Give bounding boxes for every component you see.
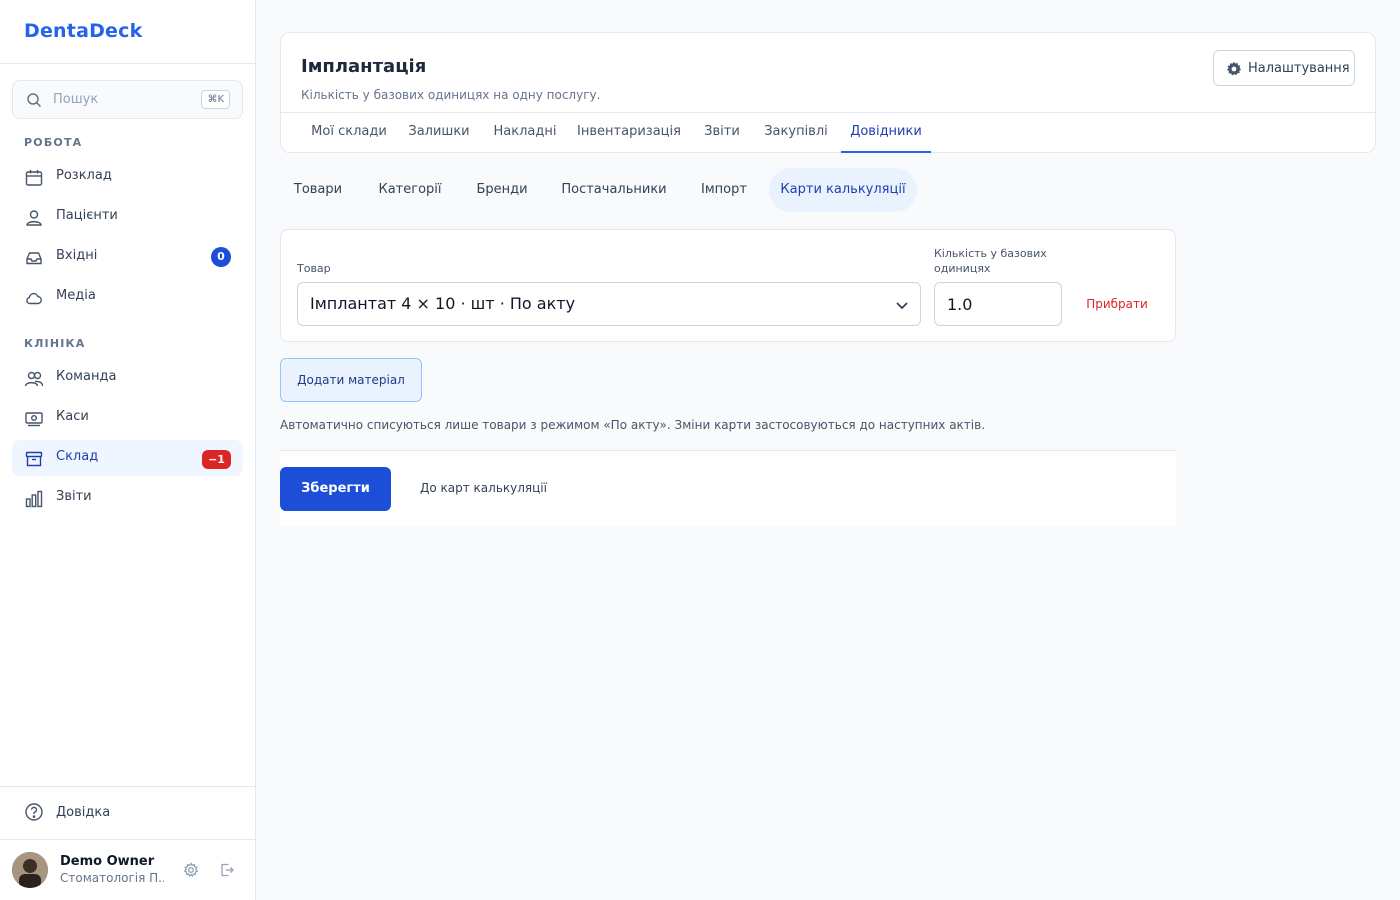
user-clinic: Стоматологія П...: [60, 871, 164, 885]
quantity-input[interactable]: [934, 282, 1062, 326]
user-name: Demo Owner: [60, 854, 155, 869]
search-shortcut: ⌘K: [201, 90, 230, 109]
page-title: Імплантація: [301, 56, 427, 77]
sidebar-item-inbox[interactable]: Вхідні 0: [12, 239, 243, 275]
search-icon: [26, 92, 42, 108]
patients-icon: [24, 208, 44, 228]
subtab-brands[interactable]: Бренди: [464, 168, 540, 212]
sidebar-item-label: Вхідні: [56, 248, 98, 263]
inbox-count-badge: 0: [211, 247, 231, 267]
quantity-label: Кількість у базових одиницях: [934, 247, 1047, 275]
avatar[interactable]: [12, 852, 48, 888]
section-title-work: РОБОТА: [24, 136, 83, 149]
cloud-icon: [24, 288, 44, 308]
add-material-button[interactable]: Додати матеріал: [280, 358, 422, 402]
subtab-products[interactable]: Товари: [280, 168, 356, 212]
sidebar-item-label: Довідка: [56, 805, 111, 820]
tab-purchases[interactable]: Закупівлі: [760, 113, 832, 153]
sidebar-item-label: Медіа: [56, 288, 96, 303]
logout-icon[interactable]: [219, 862, 235, 878]
reports-icon: [24, 489, 44, 509]
settings-button[interactable]: Налаштування: [1213, 50, 1355, 86]
form-footer: [280, 451, 1176, 527]
sidebar-item-team[interactable]: Команда: [12, 360, 243, 396]
sidebar-item-warehouse[interactable]: Склад −1: [12, 440, 243, 476]
info-note: Автоматично списуються лише товари з реж…: [280, 418, 986, 432]
tab-stock[interactable]: Залишки: [403, 113, 475, 153]
product-select[interactable]: Імплантат 4 × 10 · шт · По акту: [297, 282, 921, 326]
sidebar-item-label: Розклад: [56, 168, 112, 183]
section-title-clinic: КЛІНІКА: [24, 337, 86, 350]
settings-button-label: Налаштування: [1248, 61, 1350, 76]
tab-my-warehouses[interactable]: Мої склади: [301, 113, 397, 153]
gear-icon[interactable]: [183, 862, 199, 878]
tab-inventory[interactable]: Інвентаризація: [574, 113, 684, 153]
sidebar-item-label: Звіти: [56, 489, 92, 504]
warehouse-alert-badge: −1: [202, 450, 231, 469]
chevron-down-icon: [894, 297, 910, 313]
sidebar-item-reports[interactable]: Звіти: [12, 480, 243, 516]
remove-button[interactable]: Прибрати: [1075, 282, 1159, 326]
cash-icon: [24, 409, 44, 429]
sidebar-item-label: Склад: [56, 449, 99, 464]
page-header: Імплантація Кількість у базових одиницях…: [280, 32, 1376, 153]
search-box[interactable]: Пошук ⌘K: [12, 80, 243, 119]
sidebar-item-label: Команда: [56, 369, 117, 384]
material-row-card: Товар Імплантат 4 × 10 · шт · По акту Кі…: [280, 229, 1176, 342]
sidebar-item-media[interactable]: Медіа: [12, 279, 243, 315]
subtab-suppliers[interactable]: Постачальники: [552, 168, 676, 212]
calendar-icon: [24, 168, 44, 188]
sidebar-item-patients[interactable]: Пацієнти: [12, 199, 243, 235]
app-logo[interactable]: DentaDeck: [24, 20, 142, 42]
page-subtitle: Кількість у базових одиницях на одну пос…: [301, 88, 601, 102]
subtab-costing-cards[interactable]: Карти калькуляції: [769, 168, 917, 212]
product-select-value: Імплантат 4 × 10 · шт · По акту: [310, 294, 576, 313]
sidebar-divider: [0, 839, 255, 840]
tab-directories[interactable]: Довідники: [841, 113, 931, 153]
subtab-import[interactable]: Імпорт: [688, 168, 760, 212]
sidebar: DentaDeck Пошук ⌘K РОБОТА Розклад Пацієн…: [0, 0, 256, 900]
sidebar-item-cash[interactable]: Каси: [12, 400, 243, 436]
warehouse-icon: [24, 449, 44, 469]
subtab-categories[interactable]: Категорії: [366, 168, 454, 212]
back-to-costing-cards-link[interactable]: До карт калькуляції: [420, 481, 547, 495]
team-icon: [24, 369, 44, 389]
tab-reports[interactable]: Звіти: [695, 113, 749, 153]
sidebar-divider: [0, 786, 255, 787]
gear-icon: [1226, 61, 1242, 77]
sidebar-item-label: Каси: [56, 409, 89, 424]
product-label: Товар: [297, 262, 331, 275]
sidebar-item-help[interactable]: Довідка: [12, 794, 243, 830]
tab-invoices[interactable]: Накладні: [487, 113, 563, 153]
sidebar-divider: [0, 63, 255, 64]
help-icon: [24, 802, 44, 822]
save-button[interactable]: Зберегти: [280, 467, 391, 511]
sidebar-item-label: Пацієнти: [56, 208, 118, 223]
sidebar-item-schedule[interactable]: Розклад: [12, 159, 243, 195]
inbox-icon: [24, 248, 44, 268]
search-input[interactable]: Пошук: [53, 92, 98, 107]
